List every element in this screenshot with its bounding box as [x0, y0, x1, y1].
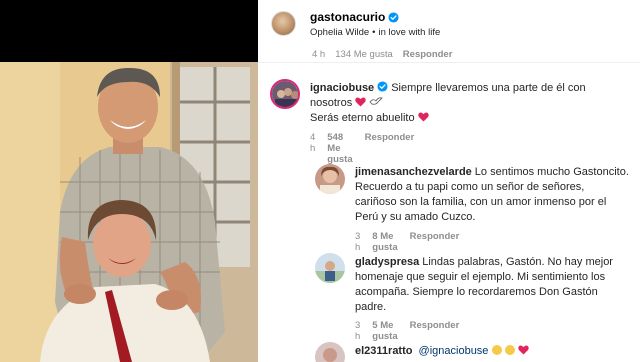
comment-text-line: Lo sentimos mucho Gastoncito.: [474, 166, 629, 178]
avatar-image: [315, 164, 345, 194]
comment-text: jimenasanchezvelarde Lo sentimos mucho Ga…: [355, 165, 635, 225]
comment-line: el2311ratto @ignaciobuse: [355, 344, 635, 359]
comment-meta: 4 h 548 Me gusta Responder: [310, 132, 414, 165]
photo-illustration: [0, 62, 258, 362]
post-media-panel: [0, 0, 258, 362]
crying-face-icon: [491, 345, 502, 355]
reply-link[interactable]: Responder: [403, 49, 453, 60]
red-heart-icon: [355, 97, 366, 107]
comment-time: 3 h: [355, 320, 361, 342]
comments-panel: gastonacurio Ophelia Wilde • in love wit…: [258, 0, 640, 362]
comment-meta: 3 h 8 Me gusta Responder: [355, 231, 459, 253]
dove-icon: [369, 97, 384, 105]
comment-text: ignaciobuse Siempre llevaremos una parte …: [310, 81, 630, 126]
crying-face-icon: [504, 345, 515, 355]
verified-badge-icon: [377, 81, 388, 92]
comment-likes[interactable]: 8 Me gusta: [372, 231, 397, 253]
previous-comment-meta: 4 h 134 Me gusta Responder: [312, 49, 452, 60]
audio-artist: Ophelia Wilde: [310, 27, 370, 38]
comment-line: nosotros: [310, 96, 630, 111]
red-heart-icon: [517, 345, 529, 355]
comment-line: Perú y su amado Cuzco.: [355, 211, 476, 223]
reply-link[interactable]: Responder: [410, 231, 460, 253]
comment-text-line: Serás eterno abuelito: [310, 112, 415, 124]
commenter-username[interactable]: el2311ratto: [355, 345, 412, 357]
comment-line: padre.: [355, 301, 387, 313]
comment-text-line: Siempre llevaremos una parte de él con: [391, 82, 586, 94]
comment-time: 3 h: [355, 231, 361, 253]
commenter-avatar[interactable]: [315, 164, 345, 194]
comment-likes[interactable]: 5 Me gusta: [372, 320, 397, 342]
comment-line: jimenasanchezvelarde Lo sentimos mucho Ga…: [355, 165, 635, 180]
commenter-username[interactable]: gladyspresa: [355, 256, 419, 268]
comment-line: homenaje que seguir el ejemplo. Mi senti…: [355, 271, 606, 283]
author-name-row: gastonacurio: [310, 10, 399, 24]
comment-line: gladyspresa Lindas palabras, Gastón. No h…: [355, 255, 635, 270]
red-heart-icon: [417, 112, 429, 122]
commenter-username[interactable]: ignaciobuse: [310, 82, 374, 94]
comment-text-line: nosotros: [310, 97, 353, 109]
commenter-username[interactable]: jimenasanchezvelarde: [355, 166, 472, 178]
comment-line: Recuerdo a tu papi como un señor de seño…: [355, 181, 585, 193]
commenter-avatar[interactable]: [315, 253, 345, 283]
avatar-image: [315, 253, 345, 283]
post-header: gastonacurio Ophelia Wilde • in love wit…: [258, 0, 640, 46]
comment-text: gladyspresa Lindas palabras, Gastón. No h…: [355, 255, 635, 315]
reply-link[interactable]: Responder: [410, 320, 460, 342]
commenter-avatar[interactable]: [315, 342, 345, 362]
comment-line: cariñoso son la familia, con un amor inm…: [355, 196, 607, 208]
avatar-image: [315, 342, 345, 362]
post-photo[interactable]: [0, 62, 258, 362]
author-avatar[interactable]: [271, 11, 296, 36]
comment-line: Serás eterno abuelito: [310, 111, 630, 126]
audio-separator: •: [372, 27, 376, 38]
comment-time: 4 h: [310, 132, 316, 154]
comment-text: el2311ratto @ignaciobuse: [355, 344, 635, 359]
comment-line: acompaña. Siempre lo recordaremos Don Ga…: [355, 286, 598, 298]
header-divider: [258, 62, 640, 63]
reply-link[interactable]: Responder: [365, 132, 415, 165]
comment-likes[interactable]: 548 Me gusta: [327, 132, 352, 165]
comment-time: 4 h: [312, 49, 326, 60]
comment-text-line: Lindas palabras, Gastón. No hay mejor: [422, 256, 613, 268]
verified-badge-icon: [388, 11, 399, 23]
comment-meta: 3 h 5 Me gusta Responder: [355, 320, 459, 342]
comment-likes[interactable]: 134 Me gusta: [335, 49, 393, 60]
avatar-image: [272, 81, 298, 107]
author-username[interactable]: gastonacurio: [310, 10, 385, 24]
comment-line: ignaciobuse Siempre llevaremos una parte …: [310, 81, 630, 96]
mention-link[interactable]: @ignaciobuse: [419, 345, 489, 357]
audio-attribution[interactable]: Ophelia Wilde • in love with life: [310, 27, 440, 38]
audio-title: in love with life: [378, 27, 441, 38]
commenter-avatar[interactable]: [270, 79, 300, 109]
